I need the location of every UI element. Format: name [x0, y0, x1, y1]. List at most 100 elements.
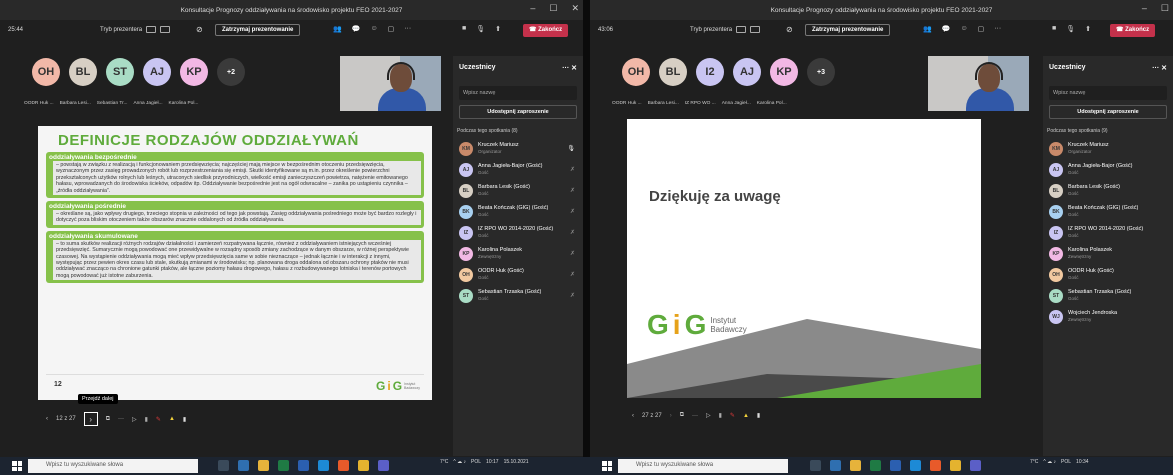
edge-icon[interactable]	[830, 460, 841, 471]
avatar[interactable]: I2	[696, 58, 724, 86]
participant-item[interactable]: BL Barbara Lesik (Gość) Gość	[1043, 180, 1173, 201]
participant-item[interactable]: IZ IZ RPO WO 2014-2020 (Gość) Gość ✗	[453, 222, 583, 243]
participant-item[interactable]: WJ Wojciech Jendroska Zewnętrzny	[1043, 306, 1173, 327]
more-icon[interactable]: ···	[404, 25, 411, 33]
weather-temp[interactable]: 7°C	[1030, 459, 1038, 465]
highlighter-icon[interactable]: ▲	[743, 413, 749, 419]
share-invite-button[interactable]: Udostępnij zaproszenie	[1049, 105, 1167, 119]
grid-icon[interactable]: ⧉	[680, 412, 684, 419]
avatar[interactable]: OH	[622, 58, 650, 86]
edge-icon[interactable]	[238, 460, 249, 471]
panel-close-icon[interactable]: ··· ✕	[562, 64, 577, 72]
end-call-button[interactable]: ☎ Zakończ	[523, 24, 569, 37]
avatar[interactable]: KP	[180, 58, 208, 86]
presenter-mode-label[interactable]: Tryb prezentera	[100, 27, 142, 33]
pointer-icon[interactable]: ⊘	[786, 25, 793, 34]
minimize-icon[interactable]: –	[1142, 3, 1147, 14]
presenter-mode-label[interactable]: Tryb prezentera	[690, 27, 732, 33]
tray-lang[interactable]: POL	[1061, 459, 1071, 465]
participant-item[interactable]: BK Beata Kończak (GIG) (Gość) Gość ✗	[453, 201, 583, 222]
more-participants[interactable]: +2	[217, 58, 245, 86]
maximize-icon[interactable]: ☐	[549, 3, 557, 14]
camera-icon[interactable]: ■	[462, 25, 466, 33]
minimize-icon[interactable]: –	[530, 3, 535, 14]
panel-close-icon[interactable]: ··· ✕	[1152, 64, 1167, 72]
participant-search-input[interactable]: Wpisz nazwę	[1049, 86, 1167, 100]
participant-item[interactable]: KP Karolina Polaszek Zewnętrzny	[1043, 243, 1173, 264]
pen-red-icon[interactable]: ✎	[156, 416, 161, 423]
share-invite-button[interactable]: Udostępnij zaproszenie	[459, 105, 577, 119]
stop-presenting-button[interactable]: Zatrzymaj prezentowanie	[805, 24, 891, 36]
section-header[interactable]: Podczas tego spotkania (8)	[453, 124, 583, 138]
rooms-icon[interactable]: ▢	[978, 25, 985, 33]
chrome-icon[interactable]	[358, 460, 369, 471]
taskbar-search-input-2[interactable]: Wpisz tu wyszukiwane słowa	[618, 459, 788, 473]
camera-icon[interactable]: ■	[1052, 25, 1056, 33]
start-icon[interactable]	[602, 461, 612, 471]
task-view-icon[interactable]	[218, 460, 229, 471]
more-icon[interactable]: ···	[118, 416, 124, 422]
skype-icon[interactable]	[910, 460, 921, 471]
excel-icon[interactable]	[278, 460, 289, 471]
next-slide-button[interactable]: ›	[83, 412, 98, 426]
skype-icon[interactable]	[318, 460, 329, 471]
participant-item[interactable]: ST Sebastian Trzaska (Gość) Gość	[1043, 285, 1173, 306]
rooms-icon[interactable]: ▢	[388, 25, 395, 33]
tray-date[interactable]: 15.10.2021	[504, 459, 529, 465]
tray-time[interactable]: 10:17	[486, 459, 499, 465]
maximize-icon[interactable]: ☐	[1161, 3, 1169, 14]
prev-slide-icon[interactable]: ‹	[46, 416, 48, 422]
more-participants[interactable]: +3	[807, 58, 835, 86]
presenter-video[interactable]	[928, 56, 1029, 111]
participant-item[interactable]: IZ IZ RPO WO 2014-2020 (Gość) Gość	[1043, 222, 1173, 243]
avatar[interactable]: BL	[659, 58, 687, 86]
tray-time[interactable]: 10:34	[1076, 459, 1089, 465]
avatar[interactable]: KP	[770, 58, 798, 86]
pointer-icon[interactable]: ⊘	[196, 25, 203, 34]
participant-item[interactable]: BK Beata Kończak (GIG) (Gość) Gość	[1043, 201, 1173, 222]
avatar[interactable]: AJ	[733, 58, 761, 86]
prev-slide-icon[interactable]: ‹	[632, 413, 634, 419]
avatar[interactable]: ST	[106, 58, 134, 86]
participants-icon[interactable]: 👥	[923, 25, 932, 33]
highlighter-icon[interactable]: ▲	[169, 416, 175, 422]
explorer-icon[interactable]	[850, 460, 861, 471]
task-view-icon[interactable]	[810, 460, 821, 471]
reactions-icon[interactable]: ☺	[960, 25, 967, 33]
eraser2-icon[interactable]: ▮	[757, 412, 760, 419]
presenter-layout2-icon[interactable]	[750, 26, 761, 33]
participant-item[interactable]: BL Barbara Lesik (Gość) Gość ✗	[453, 180, 583, 201]
participant-item[interactable]: KM Kruczek Mariusz Organizator 🎙	[453, 138, 583, 159]
firefox-icon[interactable]	[338, 460, 349, 471]
participant-item[interactable]: OH OODR Huk (Gość) Gość ✗	[453, 264, 583, 285]
tray-icons[interactable]: ^ ☁ ♪	[1043, 459, 1056, 465]
participant-item[interactable]: KP Karolina Polaszek Zewnętrzny ✗	[453, 243, 583, 264]
eraser2-icon[interactable]: ▮	[183, 416, 186, 423]
grid-icon[interactable]: ⧉	[106, 416, 110, 423]
more-icon[interactable]: ···	[692, 413, 698, 419]
laser-icon[interactable]: ▷	[132, 416, 137, 423]
share-icon[interactable]: ⬆	[495, 25, 501, 33]
teams-icon[interactable]	[378, 460, 389, 471]
reactions-icon[interactable]: ☺	[370, 25, 377, 33]
close-icon[interactable]: ✕	[571, 3, 579, 14]
presenter-layout2-icon[interactable]	[160, 26, 171, 33]
pen-red-icon[interactable]: ✎	[730, 412, 735, 419]
next-slide-icon[interactable]: ›	[670, 413, 672, 419]
participant-item[interactable]: AJ Anna Jagieła-Bajor (Gość) Gość ✗	[453, 159, 583, 180]
word-icon[interactable]	[890, 460, 901, 471]
stop-presenting-button[interactable]: Zatrzymaj prezentowanie	[215, 24, 301, 36]
eraser-icon[interactable]: ▮	[719, 412, 722, 419]
eraser-icon[interactable]: ▮	[145, 416, 148, 423]
tray-icons[interactable]: ^ ☁ ♪	[453, 459, 466, 465]
participant-item[interactable]: ST Sebastian Trzaska (Gość) Gość ✗	[453, 285, 583, 306]
presenter-layout-icon[interactable]	[146, 26, 157, 33]
mic-icon[interactable]: 🎙	[1066, 25, 1075, 33]
teams-icon[interactable]	[970, 460, 981, 471]
laser-icon[interactable]: ▷	[706, 412, 711, 419]
explorer-icon[interactable]	[258, 460, 269, 471]
presenter-layout-icon[interactable]	[736, 26, 747, 33]
presenter-video[interactable]	[340, 56, 441, 111]
chat-icon[interactable]: 💬	[352, 25, 361, 33]
excel-icon[interactable]	[870, 460, 881, 471]
